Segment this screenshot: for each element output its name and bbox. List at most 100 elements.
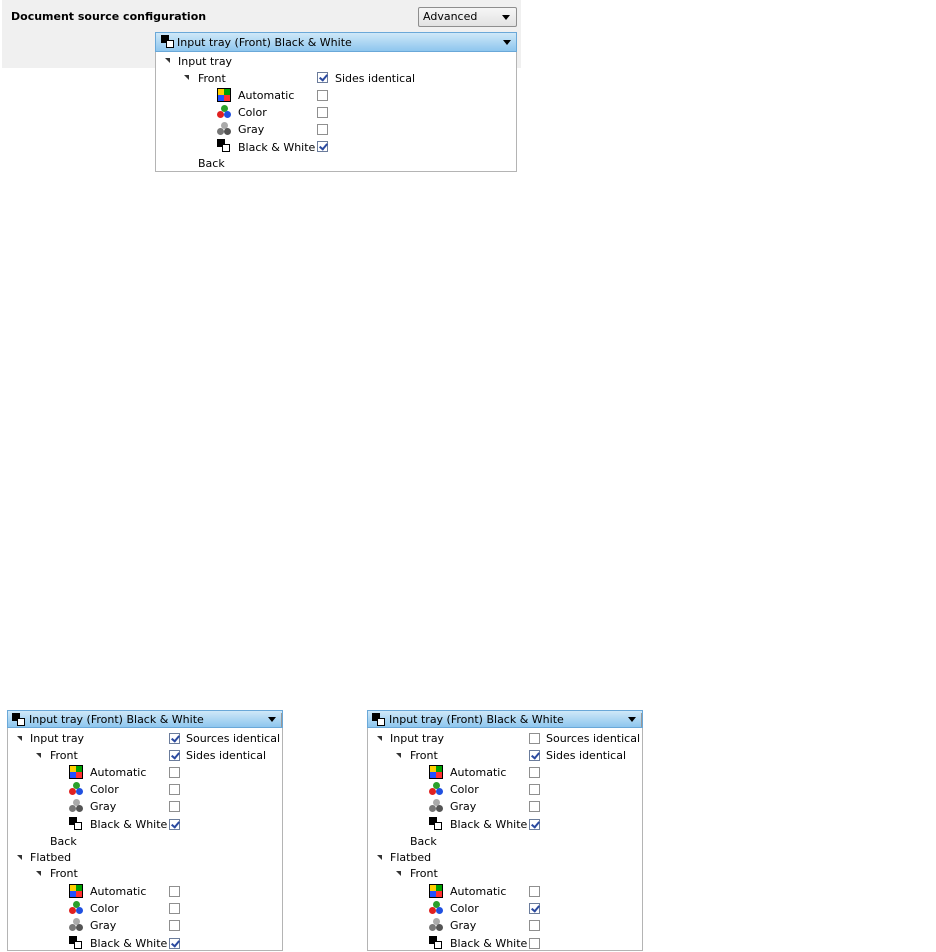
expand-arrow-icon[interactable]	[186, 158, 192, 168]
resize-gripper-icon[interactable]	[276, 713, 282, 727]
flatbed-black-white-checkbox[interactable]	[169, 938, 180, 949]
black-white-checkbox[interactable]	[529, 819, 540, 830]
chevron-down-icon[interactable]	[503, 40, 511, 45]
tree-item-flatbed-automatic[interactable]: Automatic	[90, 883, 146, 900]
tree-item-color[interactable]: Color	[90, 781, 119, 798]
tree-item-back[interactable]: Back	[198, 155, 225, 172]
tree-item-flatbed-front[interactable]: Front	[410, 865, 438, 882]
black-white-icon	[69, 817, 83, 831]
tree-item-front[interactable]: Front	[198, 70, 226, 87]
gray-icon	[429, 918, 443, 932]
flatbed-automatic-checkbox[interactable]	[529, 886, 540, 897]
collapse-arrow-icon[interactable]	[17, 855, 22, 860]
collapse-arrow-icon[interactable]	[377, 736, 382, 741]
tree-item-automatic[interactable]: Automatic	[238, 87, 294, 104]
tree-item-gray[interactable]: Gray	[90, 798, 116, 815]
gray-checkbox[interactable]	[317, 124, 328, 135]
sides-identical-label: Sides identical	[335, 72, 416, 85]
flatbed-black-white-checkbox[interactable]	[529, 938, 540, 949]
tree-item-gray[interactable]: Gray	[450, 798, 476, 815]
tree-item-input-tray[interactable]: Input tray	[30, 730, 84, 747]
tree-item-front[interactable]: Front	[50, 747, 78, 764]
automatic-icon	[69, 765, 83, 779]
tree-item-automatic[interactable]: Automatic	[90, 764, 146, 781]
tree-item-input-tray[interactable]: Input tray	[178, 53, 232, 70]
tree-item-flatbed-gray[interactable]: Gray	[450, 917, 476, 934]
automatic-checkbox[interactable]	[529, 767, 540, 778]
sources-identical-label: Sources identical	[186, 732, 280, 745]
collapse-arrow-icon[interactable]	[377, 855, 382, 860]
tree-item-flatbed-color[interactable]: Color	[450, 900, 479, 917]
black-white-icon	[372, 713, 386, 727]
tree-item-flatbed[interactable]: Flatbed	[390, 849, 431, 866]
chevron-down-icon[interactable]	[268, 717, 276, 722]
gray-icon	[217, 122, 231, 136]
black-white-checkbox[interactable]	[169, 819, 180, 830]
tree-item-flatbed-black-white[interactable]: Black & White	[450, 935, 527, 952]
source-combo[interactable]: Input tray (Front) Black & White	[155, 32, 517, 52]
black-white-icon	[69, 936, 83, 950]
flatbed-automatic-checkbox[interactable]	[169, 886, 180, 897]
collapse-arrow-icon[interactable]	[17, 736, 22, 741]
resize-gripper-icon[interactable]	[636, 713, 642, 727]
collapse-arrow-icon[interactable]	[36, 871, 41, 876]
tree-item-black-white[interactable]: Black & White	[238, 139, 315, 156]
color-icon	[429, 901, 443, 915]
collapse-arrow-icon[interactable]	[396, 753, 401, 758]
tree-item-back[interactable]: Back	[410, 833, 437, 850]
sides-identical-label: Sides identical	[546, 749, 627, 762]
gray-checkbox[interactable]	[529, 801, 540, 812]
tree-item-front[interactable]: Front	[410, 747, 438, 764]
gray-icon	[69, 799, 83, 813]
tree-item-color[interactable]: Color	[450, 781, 479, 798]
black-white-icon	[429, 817, 443, 831]
tree-item-flatbed-front[interactable]: Front	[50, 865, 78, 882]
flatbed-gray-checkbox[interactable]	[529, 920, 540, 931]
sources-identical-checkbox[interactable]	[529, 733, 540, 744]
automatic-checkbox[interactable]	[169, 767, 180, 778]
expand-arrow-icon[interactable]	[398, 836, 404, 846]
tree-item-flatbed[interactable]: Flatbed	[30, 849, 71, 866]
flatbed-gray-checkbox[interactable]	[169, 920, 180, 931]
source-tree-sources-different: Input tray (Front) Black & White Input t…	[367, 710, 645, 951]
collapse-arrow-icon[interactable]	[36, 753, 41, 758]
automatic-icon	[69, 884, 83, 898]
source-combo[interactable]: Input tray (Front) Black & White	[7, 710, 283, 728]
tree-item-color[interactable]: Color	[238, 104, 267, 121]
color-checkbox[interactable]	[529, 784, 540, 795]
chevron-down-icon[interactable]	[628, 717, 636, 722]
collapse-arrow-icon[interactable]	[184, 75, 189, 80]
tree-box: Input tray (Front) Black & White Input t…	[367, 710, 643, 951]
tree-item-flatbed-gray[interactable]: Gray	[90, 917, 116, 934]
flatbed-color-checkbox[interactable]	[529, 903, 540, 914]
mode-select[interactable]: Advanced	[418, 7, 517, 27]
tree-item-flatbed-color[interactable]: Color	[90, 900, 119, 917]
sides-identical-checkbox[interactable]	[169, 750, 180, 761]
color-checkbox[interactable]	[317, 107, 328, 118]
color-checkbox[interactable]	[169, 784, 180, 795]
tree-item-flatbed-automatic[interactable]: Automatic	[450, 883, 506, 900]
tree-item-automatic[interactable]: Automatic	[450, 764, 506, 781]
sources-identical-checkbox[interactable]	[169, 733, 180, 744]
collapse-arrow-icon[interactable]	[396, 871, 401, 876]
source-combo[interactable]: Input tray (Front) Black & White	[367, 710, 643, 728]
black-white-icon	[161, 35, 175, 49]
tree-item-flatbed-black-white[interactable]: Black & White	[90, 935, 167, 952]
sides-identical-checkbox[interactable]	[317, 72, 328, 83]
expand-arrow-icon[interactable]	[38, 836, 44, 846]
tree-item-black-white[interactable]: Black & White	[90, 816, 167, 833]
tree-item-gray[interactable]: Gray	[238, 121, 264, 138]
tree-item-black-white[interactable]: Black & White	[450, 816, 527, 833]
source-combo-value: Input tray (Front) Black & White	[29, 713, 204, 726]
flatbed-color-checkbox[interactable]	[169, 903, 180, 914]
black-white-icon	[217, 139, 231, 153]
collapse-arrow-icon[interactable]	[165, 58, 170, 63]
tree-item-back[interactable]: Back	[50, 833, 77, 850]
tree-item-input-tray[interactable]: Input tray	[390, 730, 444, 747]
automatic-icon	[429, 884, 443, 898]
black-white-checkbox[interactable]	[317, 141, 328, 152]
automatic-icon	[429, 765, 443, 779]
automatic-checkbox[interactable]	[317, 90, 328, 101]
sides-identical-checkbox[interactable]	[529, 750, 540, 761]
gray-checkbox[interactable]	[169, 801, 180, 812]
